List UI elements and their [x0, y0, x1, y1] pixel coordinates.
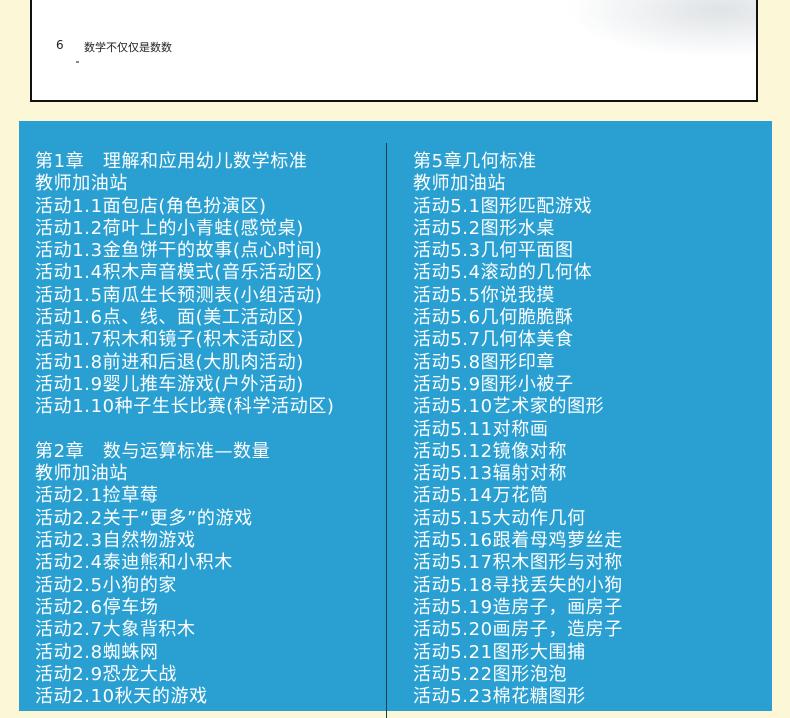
toc-entry: 活动5.12镜像对称	[413, 440, 568, 462]
toc-entry: 活动1.3金鱼饼干的故事(点心时间)	[35, 240, 323, 262]
toc-entry: 活动2.3自然物游戏	[35, 530, 196, 552]
toc-entry: 活动5.7几何体美食	[413, 329, 574, 351]
chapter-2-heading: 第2章 数与运算标准—数量	[35, 440, 271, 462]
toc-entry: 活动5.16跟着母鸡萝丝走	[413, 530, 623, 552]
toc-entry: 活动5.14万花筒	[413, 485, 549, 507]
toc-entry: 活动5.1图形匹配游戏	[413, 195, 593, 217]
toc-entry: 活动2.6停车场	[35, 596, 159, 618]
toc-entry: 活动5.20画房子，造房子	[413, 619, 623, 641]
book-page-preview: 6 数学不仅仅是数数	[30, 0, 758, 102]
toc-right-column: 第5章几何标准 教师加油站 活动5.1图形匹配游戏 活动5.2图形水桌 活动5.…	[413, 151, 623, 708]
toc-entry: 活动2.4泰迪熊和小积木	[35, 552, 233, 574]
toc-entry: 活动5.19造房子，画房子	[413, 596, 623, 618]
toc-entry: 活动1.8前进和后退(大肌肉活动)	[35, 351, 304, 373]
page-speck	[76, 61, 79, 63]
page-number: 6	[56, 38, 64, 52]
toc-left-column: 第1章 理解和应用幼儿数学标准 教师加油站 活动1.1面包店(角色扮演区) 活动…	[35, 151, 335, 708]
toc-entry: 活动2.7大象背积木	[35, 619, 196, 641]
toc-entry: 活动5.15大动作几何	[413, 507, 586, 529]
toc-entry: 活动2.9恐龙大战	[35, 663, 178, 685]
toc-entry: 活动1.6点、线、面(美工活动区)	[35, 307, 304, 329]
toc-entry: 活动5.23棉花糖图形	[413, 686, 586, 708]
toc-entry: 活动5.18寻找丢失的小狗	[413, 574, 623, 596]
toc-entry: 活动1.7积木和镜子(积木活动区)	[35, 329, 304, 351]
toc-entry: 活动5.5你说我摸	[413, 284, 556, 306]
toc-entry: 活动1.10种子生长比赛(科学活动区)	[35, 396, 335, 418]
toc-entry: 活动5.11对称画	[413, 418, 549, 440]
toc-entry: 活动1.1面包店(角色扮演区)	[35, 195, 267, 217]
toc-entry: 活动5.2图形水桌	[413, 217, 556, 239]
toc-entry: 活动5.13辐射对称	[413, 463, 568, 485]
toc-entry: 活动1.2荷叶上的小青蛙(感觉桌)	[35, 217, 304, 239]
toc-entry: 活动1.4积木声音模式(音乐活动区)	[35, 262, 323, 284]
toc-entry: 活动2.2关于“更多”的游戏	[35, 507, 253, 529]
toc-entry: 教师加油站	[35, 463, 128, 485]
toc-entry: 活动5.10艺术家的图形	[413, 396, 605, 418]
toc-entry: 活动1.9婴儿推车游戏(户外活动)	[35, 373, 304, 395]
toc-entry: 活动5.17积木图形与对称	[413, 552, 623, 574]
toc-entry: 活动5.22图形泡泡	[413, 663, 568, 685]
toc-entry: 活动2.5小狗的家	[35, 574, 178, 596]
toc-entry: 教师加油站	[35, 173, 128, 195]
toc-entry: 活动1.5南瓜生长预测表(小组活动)	[35, 284, 323, 306]
toc-entry: 活动2.1捡草莓	[35, 485, 159, 507]
toc-entry: 活动5.8图形印章	[413, 351, 556, 373]
toc-entry: 活动5.21图形大围捕	[413, 641, 586, 663]
toc-entry: 活动2.10秋天的游戏	[35, 686, 208, 708]
toc-entry: 活动5.4滚动的几何体	[413, 262, 593, 284]
toc-entry: 教师加油站	[413, 173, 506, 195]
page-illustration-fade	[566, 0, 756, 58]
toc-entry: 活动5.6几何脆脆酥	[413, 307, 574, 329]
column-divider	[386, 143, 387, 718]
chapter-5-heading: 第5章几何标准	[413, 151, 537, 172]
table-of-contents-panel: 第1章 理解和应用幼儿数学标准 教师加油站 活动1.1面包店(角色扮演区) 活动…	[19, 121, 772, 718]
page-running-heading: 数学不仅仅是数数	[84, 41, 172, 54]
toc-entry: 活动5.3几何平面图	[413, 240, 574, 262]
toc-entry: 活动2.8蜘蛛网	[35, 641, 159, 663]
chapter-1-heading: 第1章 理解和应用幼儿数学标准	[35, 151, 308, 172]
toc-entry: 活动5.9图形小被子	[413, 373, 574, 395]
